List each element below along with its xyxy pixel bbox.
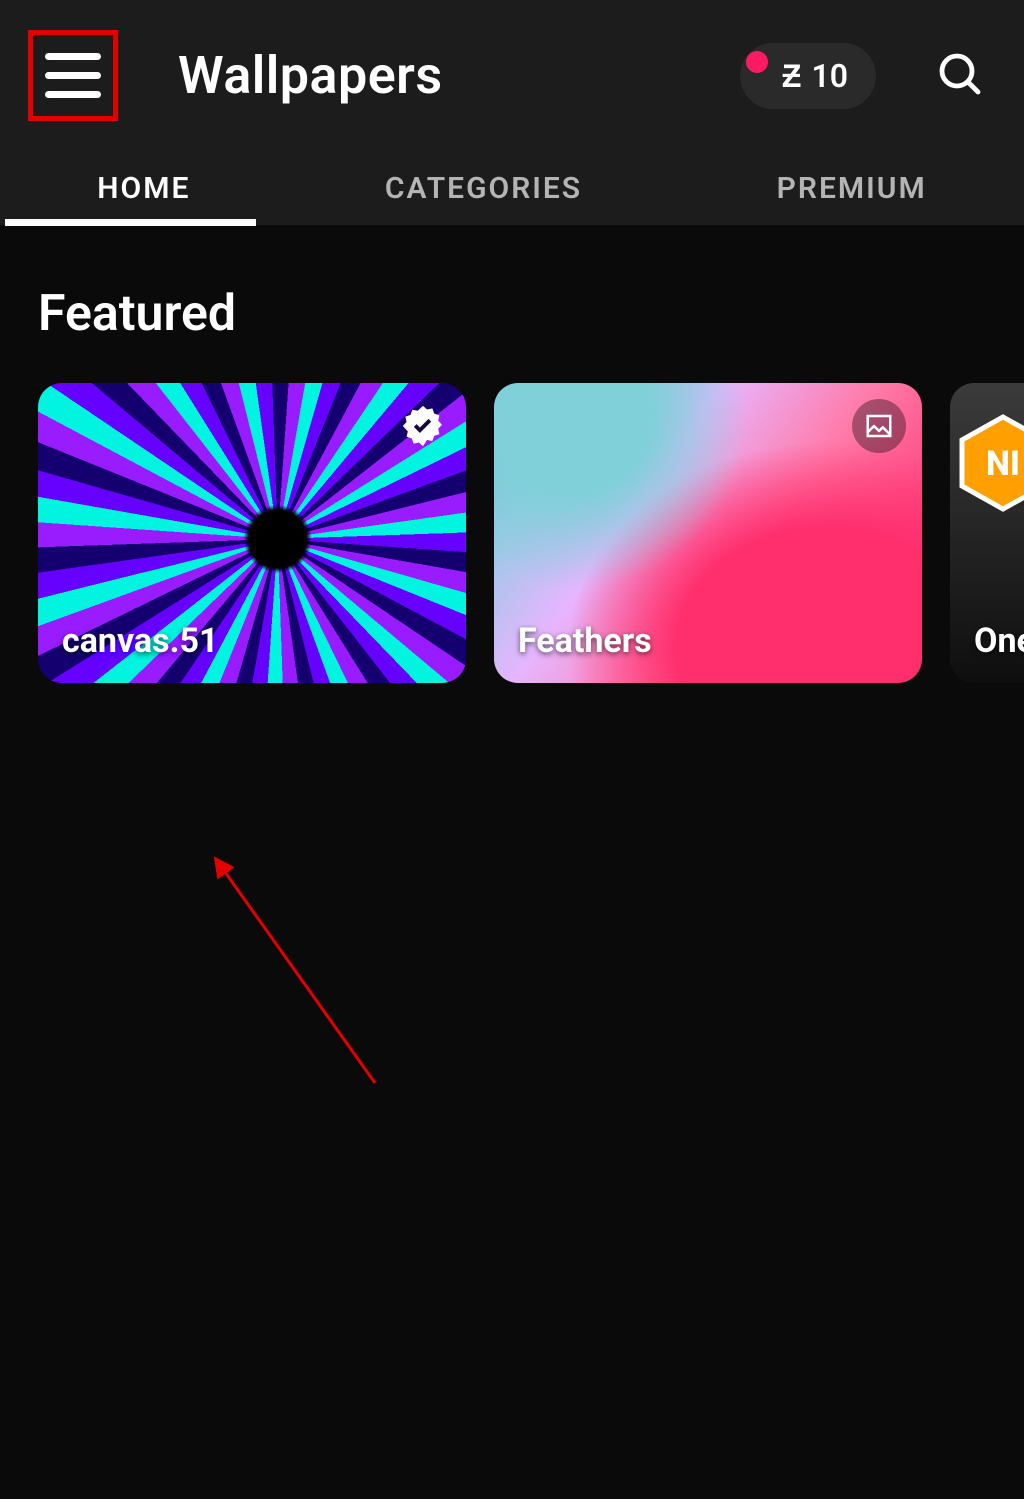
tab-categories[interactable]: CATEGORIES xyxy=(365,151,602,225)
section-title: Featured xyxy=(38,285,1024,343)
annotation-arrow-icon xyxy=(0,683,1024,1499)
coin-symbol: Ƶ xyxy=(782,57,802,95)
menu-button[interactable] xyxy=(45,53,101,98)
notification-dot-icon xyxy=(746,51,768,73)
card-label: canvas.51 xyxy=(62,621,218,661)
featured-row: canvas.51 Feathers NI One xyxy=(38,383,1024,683)
main-content: Featured canvas.51 Feathers xyxy=(0,225,1024,683)
annotation-highlight xyxy=(28,30,118,121)
card-label: Feathers xyxy=(518,621,652,661)
search-icon[interactable] xyxy=(936,50,984,102)
verified-badge-icon xyxy=(396,399,450,453)
page-title: Wallpapers xyxy=(178,45,680,106)
image-badge-icon xyxy=(852,399,906,453)
wallpaper-card[interactable]: Feathers xyxy=(494,383,922,683)
hex-badge-icon: NI xyxy=(958,413,1024,513)
tabs: HOME CATEGORIES PREMIUM xyxy=(0,151,1024,225)
svg-text:NI: NI xyxy=(986,444,1020,484)
credits-pill[interactable]: Ƶ10 xyxy=(740,43,876,109)
coin-amount: 10 xyxy=(811,57,848,95)
wallpaper-card[interactable]: NI One xyxy=(950,383,1024,683)
card-label: One xyxy=(974,621,1024,661)
topbar: Wallpapers Ƶ10 HOME CATEGORIES PREMIUM xyxy=(0,0,1024,225)
tab-home[interactable]: HOME xyxy=(77,151,210,225)
tab-premium[interactable]: PREMIUM xyxy=(757,151,947,225)
wallpaper-card[interactable]: canvas.51 xyxy=(38,383,466,683)
